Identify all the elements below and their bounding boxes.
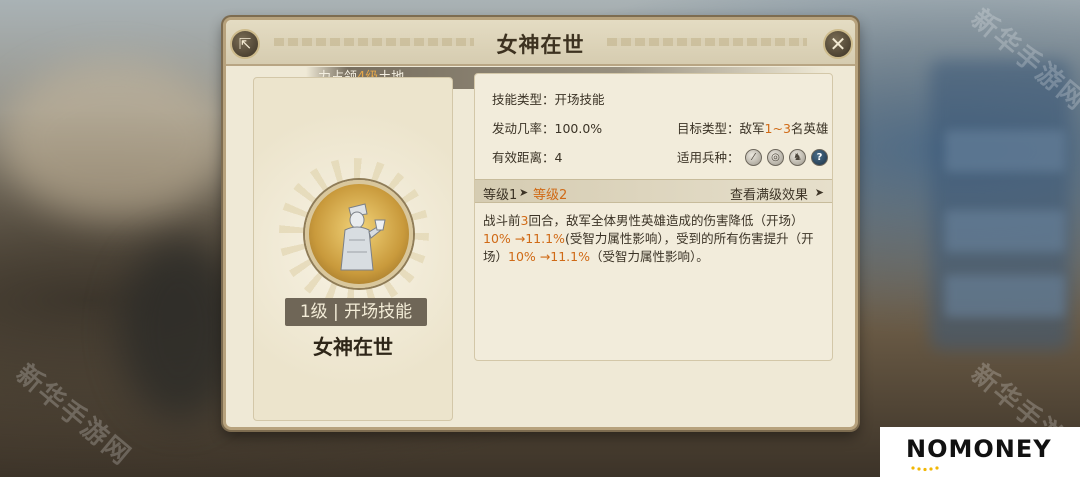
troop-type-label: 适用兵种： [677,150,740,165]
view-max-effect-link[interactable]: 查看满级效果 [730,184,808,203]
logo-dots-icon [911,466,939,472]
skill-info-panel: 技能类型：开场技能 发动几率：100.0% 目标类型：敌军1~3名英雄 有效距离… [474,73,833,361]
desc-text: 战斗前 [483,213,521,228]
target-range: 1~3 [764,121,791,136]
next-level: 等级2 [533,188,568,203]
skill-medal-icon [305,180,413,288]
skill-level-badge: 1级 | 开场技能 [285,298,427,326]
troop-icons: ⁄ ◎ ♞ ? [745,149,828,166]
close-icon: ✕ [829,32,847,56]
close-button[interactable]: ✕ [823,29,853,59]
trigger-rate: 发动几率：100.0% [492,121,603,136]
archer-icon[interactable]: ◎ [767,149,784,166]
watermark: 新华手游网 [10,358,137,472]
goddess-statue-icon [340,203,386,271]
nomoney-logo: NOMONEY [880,427,1080,477]
cavalry-icon[interactable]: ♞ [789,149,806,166]
desc-value: 10% →11.1% [508,249,590,264]
unknown-icon[interactable]: ? [811,149,828,166]
skill-description: 战斗前3回合，敌军全体男性英雄造成的伤害降低（开场）10% →11.1%(受智力… [483,212,827,266]
background-sand [0,60,230,220]
infantry-icon[interactable]: ⁄ [745,149,762,166]
desc-value: 10% →11.1% [483,231,565,246]
background-side-row [945,210,1065,252]
target-suffix: 名英雄 [790,121,829,136]
arrow-right-icon: ➤ [814,186,824,199]
desc-text: 回合，敌军全体男性英雄造成的伤害降低（开场） [528,213,804,228]
skill-detail-dialog: ⇱ 女神在世 ✕ 力占领4级土地。 1级 | 开场技能 女神在世 技能类型：开场 [223,17,858,430]
target-type: 目标类型：敌军1~3名英雄 [677,118,828,137]
effective-distance: 有效距离：4 [492,150,563,165]
level-bar: 等级1 ➤ 等级2 查看满级效果 ➤ [475,179,832,203]
skill-name: 女神在世 [313,335,393,359]
current-level: 等级1 [483,188,518,203]
dialog-title: 女神在世 [496,33,585,57]
skill-card: 1级 | 开场技能 女神在世 [253,77,453,421]
arrow-right-icon: ➤ [519,186,529,199]
target-type-label: 目标类型：敌军 [677,121,765,136]
dialog-title-bar: ⇱ 女神在世 ✕ [226,20,855,66]
skill-type: 技能类型：开场技能 [492,92,605,107]
background-side-row [945,275,1065,317]
background-figure [120,240,240,420]
background-side-row [945,130,1065,172]
desc-text: （受智力属性影响）。 [589,249,709,264]
logo-text: NOMONEY [906,435,1052,463]
